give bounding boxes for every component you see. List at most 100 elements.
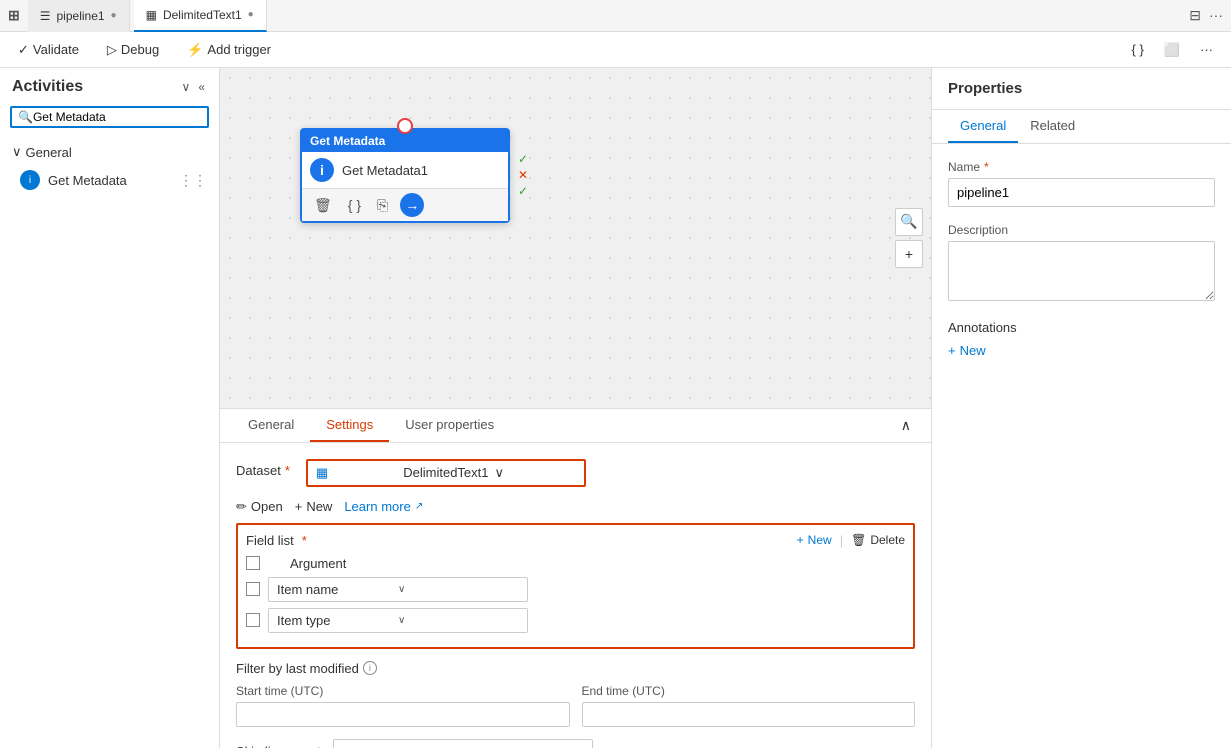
tab-delimitedtext1-label: DelimitedText1: [163, 8, 242, 22]
chevron-down-icon: ∨: [12, 144, 22, 160]
delete-field-button[interactable]: 🗑 Delete: [851, 533, 905, 547]
field-header-checkbox[interactable]: [246, 556, 260, 570]
filter-grid: Start time (UTC) End time (UTC): [236, 684, 915, 727]
node-check2-icon: ✓: [518, 184, 528, 198]
sidebar-header: Activities ∨ «: [0, 68, 219, 106]
debug-button[interactable]: ▷ Debug: [101, 38, 165, 62]
item-dots-icon[interactable]: ⋮⋮: [179, 172, 207, 189]
pencil-icon: ✏: [236, 499, 247, 515]
tab-delimitedtext1-icon: ▦: [146, 8, 157, 22]
sidebar-shrink-icon[interactable]: «: [196, 78, 207, 96]
open-label: Open: [251, 499, 283, 514]
ellipsis-icon[interactable]: ···: [1209, 7, 1223, 24]
sidebar-item-get-metadata[interactable]: i Get Metadata ⋮⋮: [0, 164, 219, 196]
node-delete-button[interactable]: 🗑: [310, 193, 336, 217]
details-panel: General Settings User properties ∧ Datas…: [220, 408, 931, 748]
learn-more-link[interactable]: Learn more ↗: [344, 499, 423, 514]
skip-input[interactable]: [333, 739, 593, 748]
code-view-button[interactable]: { }: [1126, 38, 1150, 62]
field-row-0-checkbox[interactable]: [246, 582, 260, 596]
minimize-icon[interactable]: ⊟: [1189, 7, 1201, 24]
node-connector-top: [397, 118, 413, 134]
sidebar-section-general-header[interactable]: ∨ General: [0, 140, 219, 164]
new-dataset-button[interactable]: + New: [295, 499, 333, 514]
search-input[interactable]: [33, 110, 201, 124]
title-bar-right: ⊟ ···: [1189, 7, 1223, 24]
collapse-details-button[interactable]: ∧: [893, 409, 919, 442]
toolbar: ✓ Validate ▷ Debug ⚡ Add trigger { } ⬜ ·…: [0, 32, 1231, 68]
dataset-value: DelimitedText1: [403, 465, 488, 480]
new-annotation-button[interactable]: + New: [948, 343, 1215, 358]
field-row-0-chevron: ∨: [398, 584, 519, 595]
node-code-button[interactable]: { }: [344, 193, 365, 217]
tab-general-label: General: [248, 417, 294, 432]
field-list-header: Field list * + New | 🗑 Delete: [246, 533, 905, 548]
field-header-row: Argument: [246, 556, 905, 571]
canvas-zoom-in-button[interactable]: +: [895, 240, 923, 268]
activity-node-get-metadata[interactable]: Get Metadata i Get Metadata1 ✓ ✕ ✓ 🗑 { }…: [300, 128, 510, 223]
field-list-container: Field list * + New | 🗑 Delete: [236, 523, 915, 649]
open-button[interactable]: ✏ Open: [236, 499, 283, 515]
collapse-icon[interactable]: ∨: [180, 78, 193, 96]
get-metadata-label: Get Metadata: [48, 173, 127, 188]
debug-label: Debug: [121, 42, 159, 57]
new-label: New: [306, 499, 332, 514]
dataset-chevron-icon: ∨: [495, 465, 576, 481]
tab-delimitedtext1[interactable]: ▦ DelimitedText1 ●: [134, 0, 267, 32]
filter-label: Filter by last modified i: [236, 661, 915, 676]
validate-button[interactable]: ✓ Validate: [12, 38, 85, 62]
node-body: i Get Metadata1 ✓ ✕ ✓: [302, 152, 508, 188]
field-row-1-dropdown[interactable]: Item type ∨: [268, 608, 528, 633]
name-input[interactable]: [948, 178, 1215, 207]
tab-user-properties[interactable]: User properties: [389, 409, 510, 442]
sidebar-section-general: ∨ General i Get Metadata ⋮⋮: [0, 136, 219, 200]
dataset-form-label: Dataset *: [236, 463, 290, 478]
node-arrow-button[interactable]: →: [400, 193, 424, 217]
node-x-icon: ✕: [518, 168, 528, 182]
annot-plus-icon: +: [948, 343, 956, 358]
node-title: Get Metadata1: [342, 163, 428, 178]
description-textarea[interactable]: [948, 241, 1215, 301]
skip-label: Skip line count: [236, 744, 321, 748]
dataset-dropdown[interactable]: ▦ DelimitedText1 ∨: [306, 459, 586, 487]
add-field-button[interactable]: + New: [797, 533, 832, 547]
dataset-row: Dataset * ▦ DelimitedText1 ∨: [236, 459, 915, 487]
skip-row: Skip line count: [236, 739, 915, 748]
toolbar-right: { } ⬜ ···: [1126, 38, 1219, 62]
add-trigger-button[interactable]: ⚡ Add trigger: [181, 38, 277, 62]
properties-tab-related[interactable]: Related: [1018, 110, 1087, 143]
filter-info-icon[interactable]: i: [363, 661, 377, 675]
trigger-icon: ⚡: [187, 42, 203, 58]
start-time-field: Start time (UTC): [236, 684, 570, 727]
tab-delimitedtext1-close[interactable]: ●: [248, 9, 254, 20]
canvas-side-tools: 🔍 +: [895, 208, 923, 268]
external-link-icon: ↗: [415, 501, 423, 512]
node-header-label: Get Metadata: [310, 134, 385, 148]
end-time-input[interactable]: [582, 702, 916, 727]
dataset-required: *: [285, 463, 290, 478]
more-options-button[interactable]: ···: [1194, 38, 1219, 62]
main-layout: Activities ∨ « 🔍 ∨ General i Get Metadat…: [0, 68, 1231, 748]
monitor-button[interactable]: ⬜: [1158, 38, 1186, 62]
start-time-label: Start time (UTC): [236, 684, 570, 698]
tab-pipeline1-close[interactable]: ●: [111, 10, 117, 21]
node-copy-button[interactable]: ⎘: [373, 193, 392, 217]
tab-settings[interactable]: Settings: [310, 409, 389, 442]
properties-tab-general[interactable]: General: [948, 110, 1018, 143]
properties-content: Name * Description Annotations + New: [932, 144, 1231, 374]
icon-letter: i: [29, 175, 31, 186]
canvas-search-button[interactable]: 🔍: [895, 208, 923, 236]
start-time-input[interactable]: [236, 702, 570, 727]
dataset-label: Dataset: [236, 463, 281, 478]
add-trigger-label: Add trigger: [207, 42, 271, 57]
tab-pipeline1[interactable]: ☰ pipeline1 ●: [28, 0, 130, 32]
search-icon: 🔍: [18, 110, 33, 124]
tab-general[interactable]: General: [232, 409, 310, 442]
field-row-0-dropdown[interactable]: Item name ∨: [268, 577, 528, 602]
get-metadata-icon: i: [20, 170, 40, 190]
prop-description-label: Description: [948, 223, 1215, 237]
prop-description-field: Description: [948, 223, 1215, 304]
field-list-actions: + New | 🗑 Delete: [797, 533, 905, 548]
filter-by-label: Filter by last modified: [236, 661, 359, 676]
field-row-1-checkbox[interactable]: [246, 613, 260, 627]
